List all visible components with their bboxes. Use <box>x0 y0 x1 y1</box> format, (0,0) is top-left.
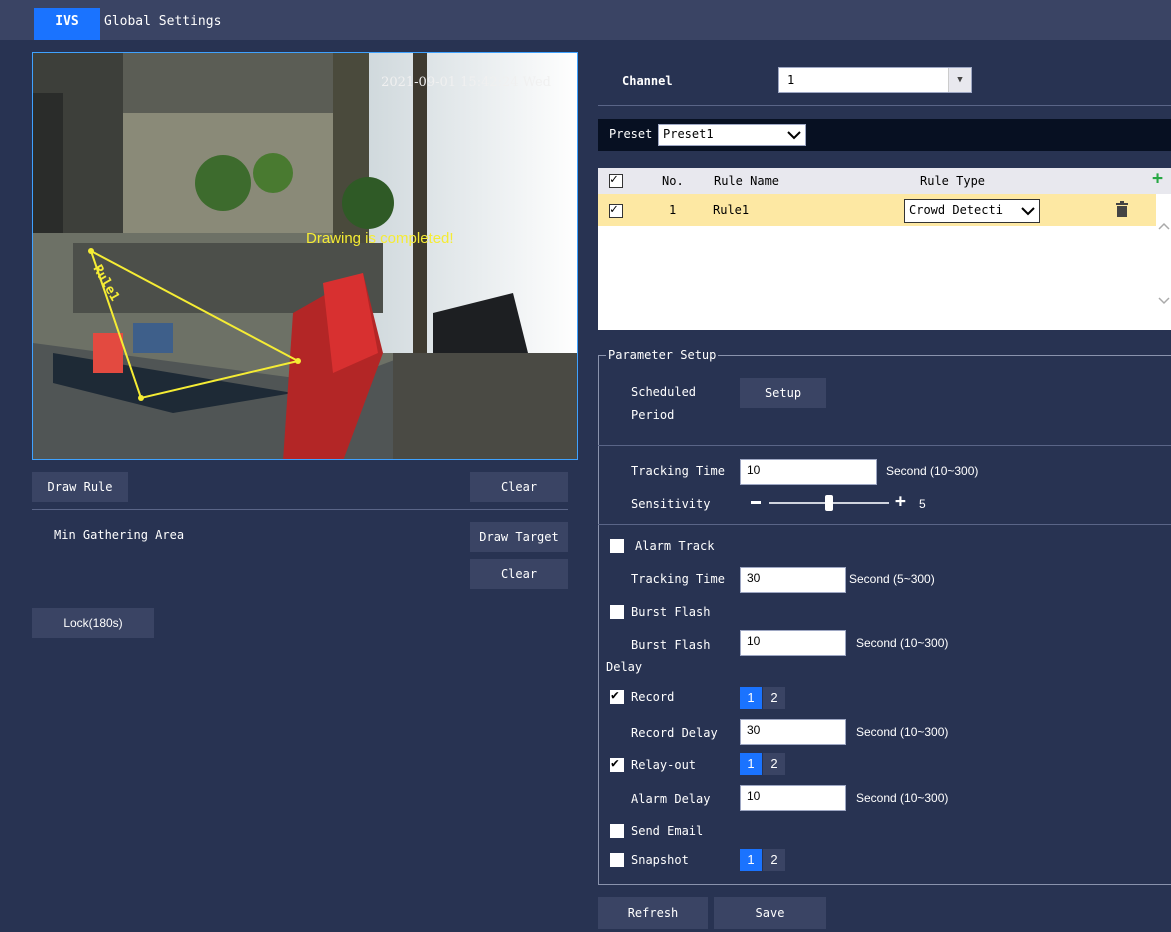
rules-table: No. Rule Name Rule Type + 1 Rule1 Crowd … <box>598 168 1171 330</box>
channel-label: Channel <box>622 74 673 88</box>
sensitivity-label: Sensitivity <box>631 497 711 511</box>
chevron-down-icon <box>1158 297 1170 305</box>
setup-button[interactable]: Setup <box>740 378 826 408</box>
alarm-delay-label: Alarm Delay <box>631 792 711 806</box>
clear-target-button[interactable]: Clear <box>470 559 568 589</box>
drawing-status-message: Drawing is completed! <box>306 230 454 247</box>
plus-icon[interactable]: + <box>895 493 906 511</box>
draw-rule-button[interactable]: Draw Rule <box>32 472 128 502</box>
tracking-time-unit: Second (10~300) <box>886 464 979 478</box>
preset-value: Preset1 <box>663 127 714 141</box>
slider-thumb[interactable] <box>825 495 833 511</box>
record-delay-label: Record Delay <box>631 726 718 740</box>
record-delay-unit: Second (10~300) <box>856 725 949 739</box>
tracking-time-label: Tracking Time <box>631 464 725 478</box>
add-rule-icon[interactable]: + <box>1152 168 1163 189</box>
rule-type-select[interactable]: Crowd Detecti <box>904 199 1040 223</box>
alarm-track-label: Alarm Track <box>635 539 715 553</box>
params-divider-2 <box>598 524 1171 525</box>
burst-flash-delay-label-2: Delay <box>606 660 643 674</box>
burst-flash-checkbox[interactable] <box>610 605 624 619</box>
alarm-track-checkbox[interactable] <box>610 539 624 553</box>
send-email-checkbox[interactable] <box>610 824 624 838</box>
record-channel-2[interactable]: 2 <box>763 687 785 709</box>
parameter-setup-legend: Parameter Setup <box>606 348 719 362</box>
col-no: No. <box>662 174 684 188</box>
record-checkbox[interactable] <box>610 688 624 704</box>
record-label: Record <box>631 690 675 704</box>
channel-value: 1 <box>787 73 795 87</box>
video-preview[interactable]: Rule1 2021-09-01 15:42:24 Wed Drawing is… <box>32 52 578 460</box>
chevron-up-icon <box>1158 222 1170 230</box>
rule-type-value: Crowd Detecti <box>909 203 1003 217</box>
preset-select[interactable]: Preset1 <box>658 124 806 146</box>
relay-out-label: Relay-out <box>631 758 697 772</box>
table-header: No. Rule Name Rule Type + <box>598 168 1171 194</box>
send-email-label: Send Email <box>631 824 704 838</box>
video-timestamp: 2021-09-01 15:42:24 Wed <box>381 75 551 90</box>
scheduled-period-label-1: Scheduled <box>631 385 697 399</box>
burst-flash-delay-label-1: Burst Flash <box>631 638 711 652</box>
alarm-tracking-time-input[interactable]: 30 <box>740 567 846 593</box>
snapshot-channel-1[interactable]: 1 <box>740 849 762 871</box>
row-no: 1 <box>669 203 677 217</box>
snapshot-label: Snapshot <box>631 853 689 867</box>
chevron-down-icon <box>1021 207 1035 216</box>
relay-out-checkbox[interactable] <box>610 756 624 772</box>
refresh-button[interactable]: Refresh <box>598 897 708 929</box>
params-divider-1 <box>598 445 1171 446</box>
camera-scene: Rule1 <box>33 53 577 459</box>
burst-flash-delay-input[interactable]: 10 <box>740 630 846 656</box>
burst-flash-delay-unit: Second (10~300) <box>856 636 949 650</box>
preset-label: Preset <box>609 127 653 141</box>
alarm-tracking-time-unit: Second (5~300) <box>849 572 935 586</box>
row-rule-name: Rule1 <box>713 203 750 217</box>
relay-channel-1[interactable]: 1 <box>740 753 762 775</box>
chevron-down-icon <box>787 131 801 140</box>
minus-icon[interactable] <box>751 501 761 504</box>
chevron-down-icon: ▼ <box>948 68 971 92</box>
tracking-time-input[interactable]: 10 <box>740 459 877 485</box>
clear-rule-button[interactable]: Clear <box>470 472 568 502</box>
draw-target-button[interactable]: Draw Target <box>470 522 568 552</box>
snapshot-channel-2[interactable]: 2 <box>763 849 785 871</box>
alarm-delay-unit: Second (10~300) <box>856 791 949 805</box>
tab-global-settings[interactable]: Global Settings <box>104 8 244 40</box>
scheduled-period-label-2: Period <box>631 408 675 422</box>
sensitivity-slider[interactable]: + <box>751 493 911 515</box>
col-rule-name: Rule Name <box>714 174 780 188</box>
channel-divider <box>598 105 1171 106</box>
tab-ivs[interactable]: IVS <box>34 8 100 40</box>
burst-flash-label: Burst Flash <box>631 605 711 619</box>
col-rule-type: Rule Type <box>920 174 986 188</box>
select-all-checkbox[interactable] <box>609 172 623 188</box>
sensitivity-value: 5 <box>919 497 926 511</box>
channel-select[interactable]: 1 ▼ <box>778 67 972 93</box>
record-delay-input[interactable]: 30 <box>740 719 846 745</box>
min-gathering-area-label: Min Gathering Area <box>54 528 185 542</box>
row-checkbox[interactable] <box>609 202 623 218</box>
table-scrollbar[interactable] <box>1156 194 1171 330</box>
relay-channel-2[interactable]: 2 <box>763 753 785 775</box>
snapshot-checkbox[interactable] <box>610 853 624 867</box>
alarm-delay-input[interactable]: 10 <box>740 785 846 811</box>
left-divider <box>32 509 568 510</box>
alarm-tracking-time-label: Tracking Time <box>631 572 725 586</box>
table-row[interactable]: 1 Rule1 Crowd Detecti <box>598 194 1156 226</box>
save-button[interactable]: Save <box>714 897 826 929</box>
trash-icon[interactable] <box>1115 201 1129 217</box>
lock-button[interactable]: Lock(180s) <box>32 608 154 638</box>
record-channel-1[interactable]: 1 <box>740 687 762 709</box>
